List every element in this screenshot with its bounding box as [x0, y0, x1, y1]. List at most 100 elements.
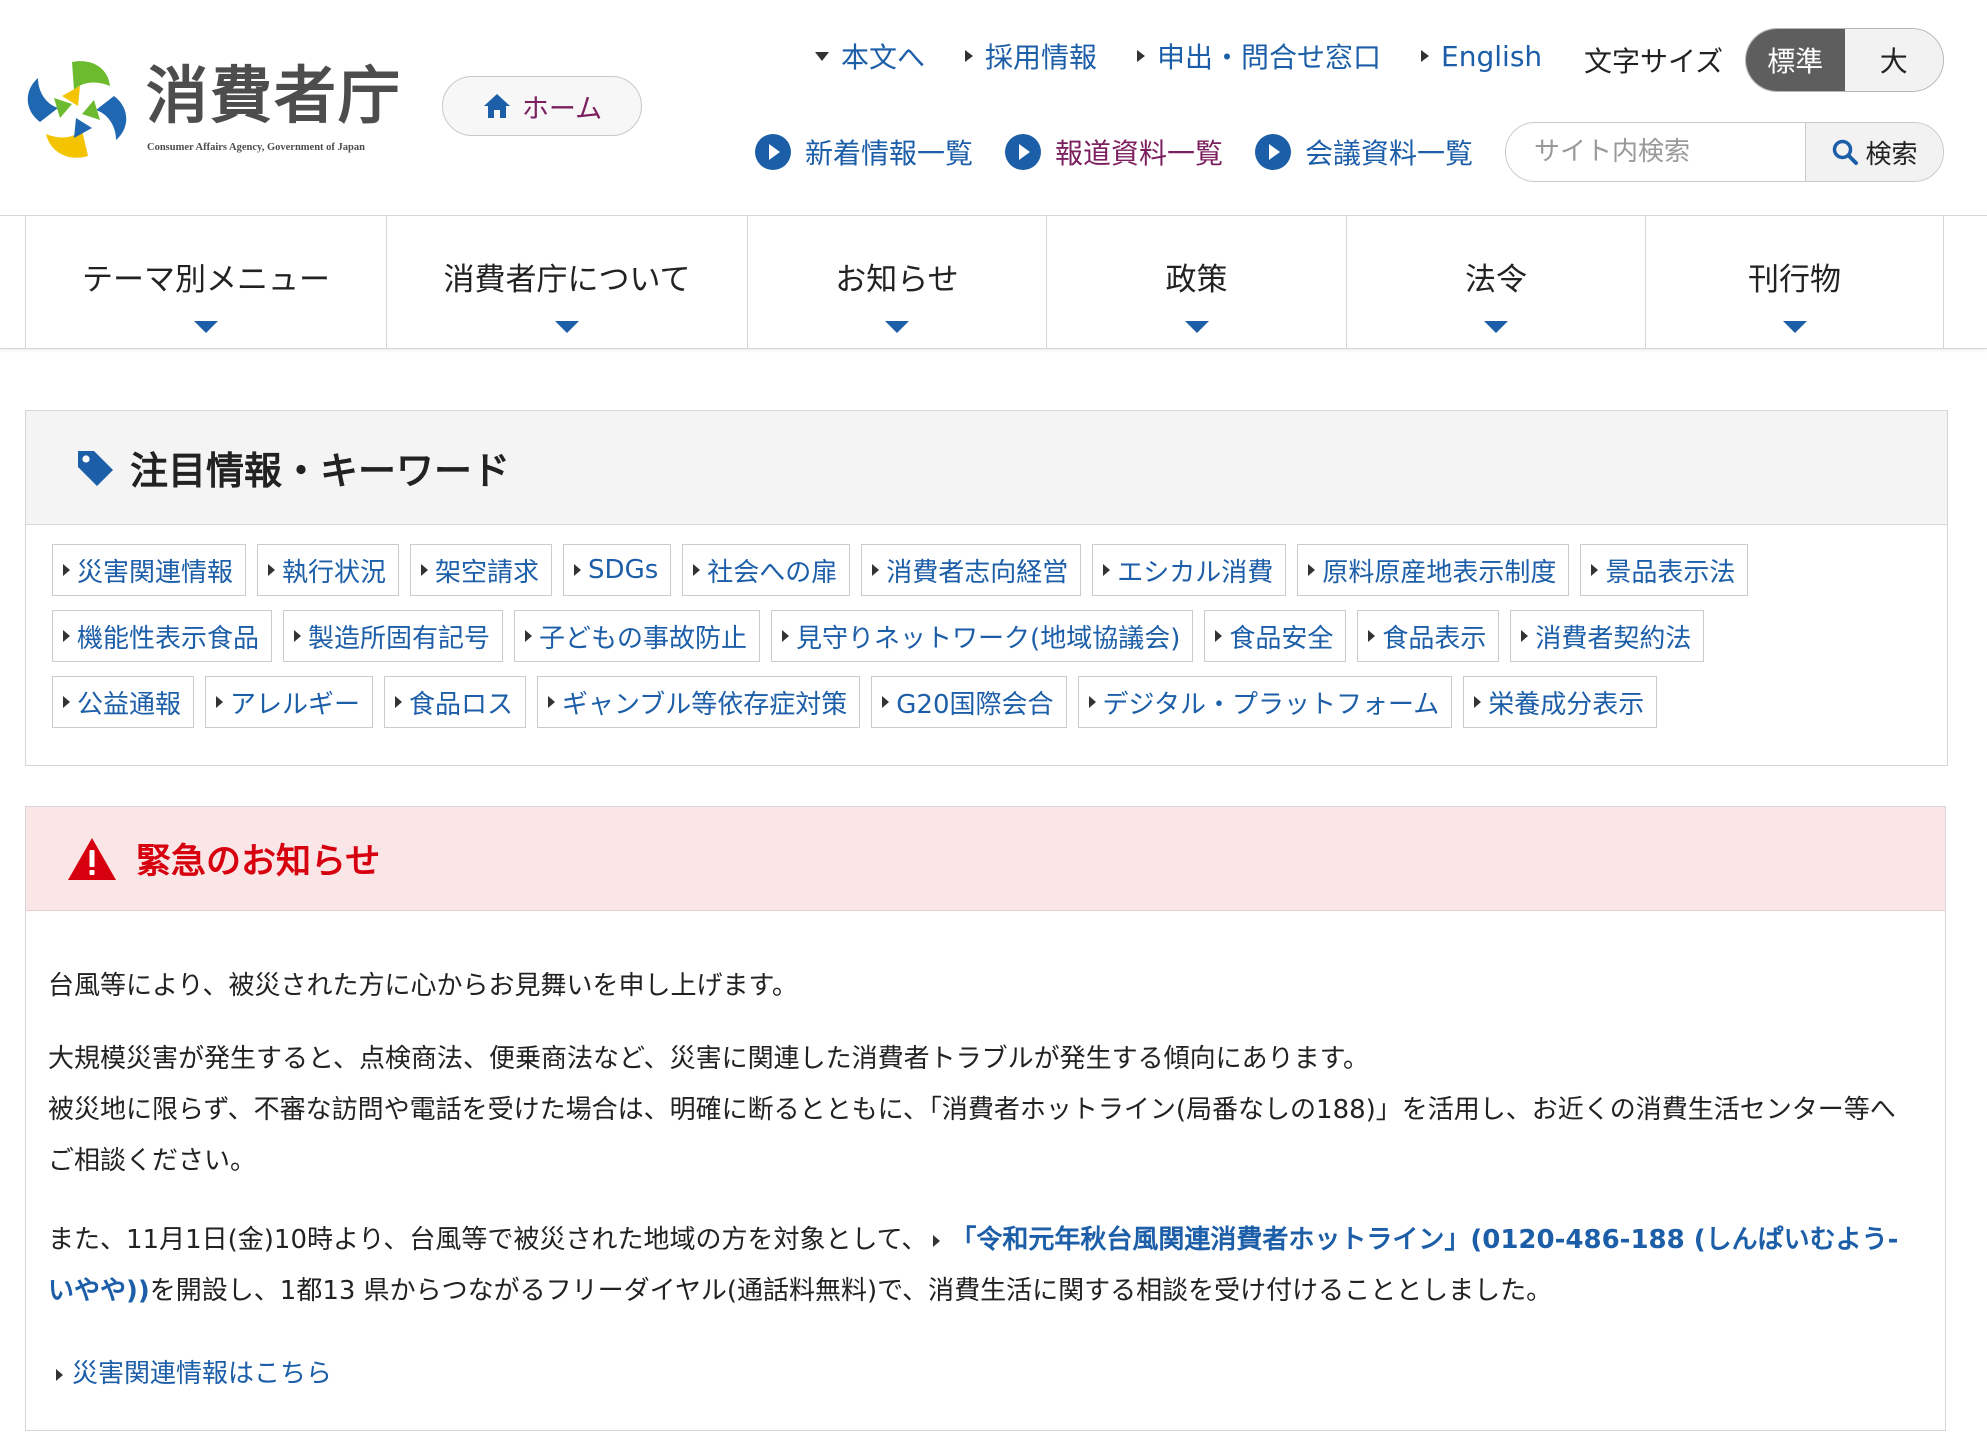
keyword-tag[interactable]: ギャンブル等依存症対策	[537, 676, 861, 728]
tag-icon	[78, 450, 113, 486]
site-search: 検索	[1505, 122, 1944, 182]
recruitment-label: 採用情報	[985, 41, 1098, 74]
keyword-row: 機能性表示食品 製造所固有記号 子どもの事故防止 見守りネットワーク(地域協議会…	[52, 610, 1947, 662]
keyword-label: 機能性表示食品	[77, 623, 260, 654]
keyword-tag[interactable]: 消費者契約法	[1510, 610, 1705, 662]
keyword-list: 災害関連情報 執行状況 架空請求 SDGs 社会への扉 消費者志向経営 エシカル…	[26, 525, 1947, 728]
nav-notices[interactable]: お知らせ	[747, 216, 1046, 348]
arrow-right-icon	[872, 564, 880, 576]
arrow-right-icon	[574, 564, 582, 576]
arrow-right-icon	[294, 630, 302, 642]
arrow-right-icon	[1474, 696, 1482, 708]
logo-mark-icon	[27, 61, 127, 158]
disaster-info-link-label: 災害関連情報はこちら	[72, 1359, 333, 1389]
font-size-standard-button[interactable]: 標準	[1746, 29, 1845, 91]
featured-keywords-title: 注目情報・キーワード	[130, 449, 511, 493]
nav-about[interactable]: 消費者庁について	[386, 216, 747, 348]
site-header: 消費者庁 Consumer Affairs Agency, Government…	[0, 0, 1987, 216]
nav-policy-label: 政策	[1165, 262, 1228, 298]
disaster-info-link[interactable]: 災害関連情報はこちら	[56, 1349, 332, 1400]
skip-to-content-link[interactable]: 本文へ	[815, 36, 925, 76]
keyword-tag[interactable]: デジタル・プラットフォーム	[1077, 676, 1453, 728]
arrow-right-icon	[421, 564, 429, 576]
search-button-label: 検索	[1865, 139, 1918, 170]
circle-arrow-icon	[1255, 134, 1292, 170]
caret-down-icon	[1782, 321, 1807, 333]
notice-text: また、11月1日(金)10時より、台風等で被災された地域の方を対象として、	[48, 1225, 928, 1255]
keyword-tag[interactable]: 架空請求	[410, 544, 553, 596]
emergency-notice-panel: 緊急のお知らせ 台風等により、被災された方に心からお見舞いを申し上げます。 大規…	[25, 806, 1946, 1431]
keyword-tag[interactable]: 見守りネットワーク(地域協議会)	[771, 610, 1194, 662]
search-icon	[1833, 139, 1859, 165]
notice-text: 被災地に限らず、不審な訪問や電話を受けた場合は、明確に断るとともに、「消費者ホッ…	[48, 1095, 1896, 1176]
arrow-right-icon	[1308, 564, 1316, 576]
notice-text: を開設し、1都13 県からつながるフリーダイヤル(通話料無料)で、消費生活に関す…	[149, 1276, 1553, 1306]
keyword-tag[interactable]: 災害関連情報	[52, 544, 247, 596]
meeting-documents-link[interactable]: 会議資料一覧	[1255, 132, 1473, 172]
arrow-right-icon	[216, 696, 224, 708]
arrow-right-icon	[1421, 50, 1430, 62]
keyword-label: 消費者志向経営	[886, 557, 1069, 588]
site-logo[interactable]: 消費者庁 Consumer Affairs Agency, Government…	[22, 54, 402, 166]
search-input[interactable]	[1506, 123, 1806, 181]
keyword-label: 栄養成分表示	[1488, 689, 1645, 720]
keyword-tag[interactable]: 執行状況	[257, 544, 400, 596]
press-release-list-link[interactable]: 報道資料一覧	[1005, 132, 1223, 172]
keyword-tag[interactable]: 社会への扉	[682, 544, 851, 596]
emergency-notice-header: 緊急のお知らせ	[26, 807, 1945, 911]
notice-paragraph: 大規模災害が発生すると、点検商法、便乗商法など、災害に関連した消費者トラブルが発…	[48, 1034, 1917, 1187]
nav-publications-label: 刊行物	[1748, 262, 1841, 298]
caret-down-icon	[1484, 321, 1508, 333]
keyword-tag[interactable]: G20国際会合	[871, 676, 1067, 728]
caret-down-icon	[815, 51, 829, 61]
arrow-right-icon	[933, 1234, 941, 1247]
keyword-tag[interactable]: SDGs	[563, 544, 672, 596]
arrow-right-icon	[548, 696, 556, 708]
keyword-row: 公益通報 アレルギー 食品ロス ギャンブル等依存症対策 G20国際会合 デジタル…	[52, 676, 1947, 728]
home-button[interactable]: ホーム	[442, 76, 642, 136]
keyword-tag[interactable]: 公益通報	[52, 676, 195, 728]
logo-text-en: Consumer Affairs Agency, Government of J…	[147, 142, 365, 153]
keyword-tag[interactable]: アレルギー	[205, 676, 374, 728]
keyword-tag[interactable]: 栄養成分表示	[1463, 676, 1658, 728]
search-button[interactable]: 検索	[1806, 123, 1943, 181]
keyword-label: 原料原産地表示制度	[1322, 557, 1557, 588]
featured-keywords-header: 注目情報・キーワード	[26, 411, 1947, 525]
keyword-tag[interactable]: 機能性表示食品	[52, 610, 273, 662]
keyword-tag[interactable]: 製造所固有記号	[283, 610, 504, 662]
nav-laws[interactable]: 法令	[1346, 216, 1645, 348]
font-size-large-button[interactable]: 大	[1844, 29, 1943, 91]
arrow-right-icon	[693, 564, 701, 576]
arrow-right-icon	[63, 696, 70, 708]
font-size-label: 文字サイズ	[1584, 45, 1724, 78]
english-link[interactable]: English	[1421, 40, 1542, 73]
news-list-link[interactable]: 新着情報一覧	[755, 132, 973, 172]
emergency-notice-body: 台風等により、被災された方に心からお見舞いを申し上げます。 大規模災害が発生する…	[26, 911, 1945, 1400]
keyword-label: 食品安全	[1229, 623, 1334, 654]
keyword-tag[interactable]: 景品表示法	[1580, 544, 1749, 596]
arrow-right-icon	[882, 696, 890, 708]
recruitment-link[interactable]: 採用情報	[965, 36, 1097, 76]
arrow-right-icon	[56, 1368, 63, 1381]
keyword-tag[interactable]: 食品安全	[1204, 610, 1347, 662]
nav-about-label: 消費者庁について	[443, 262, 691, 298]
keyword-tag[interactable]: 消費者志向経営	[861, 544, 1082, 596]
font-size-toggle: 標準 大	[1745, 28, 1944, 92]
nav-theme-menu[interactable]: テーマ別メニュー	[25, 216, 386, 348]
keyword-tag[interactable]: 子どもの事故防止	[514, 610, 761, 662]
keyword-tag[interactable]: 原料原産地表示制度	[1297, 544, 1570, 596]
contact-link[interactable]: 申出・問合せ窓口	[1137, 36, 1381, 76]
skip-to-content-label: 本文へ	[841, 41, 926, 74]
circle-arrow-icon	[1005, 134, 1042, 170]
keyword-tag[interactable]: エシカル消費	[1092, 544, 1287, 596]
keyword-label: 災害関連情報	[77, 557, 234, 588]
nav-policy[interactable]: 政策	[1046, 216, 1346, 348]
arrow-right-icon	[1088, 696, 1096, 708]
nav-publications[interactable]: 刊行物	[1645, 216, 1943, 348]
nav-notices-label: お知らせ	[835, 262, 959, 298]
keyword-row: 災害関連情報 執行状況 架空請求 SDGs 社会への扉 消費者志向経営 エシカル…	[52, 544, 1947, 596]
arrow-right-icon	[1215, 630, 1223, 642]
keyword-tag[interactable]: 食品ロス	[384, 676, 527, 728]
nav-laws-label: 法令	[1465, 262, 1527, 298]
keyword-tag[interactable]: 食品表示	[1357, 610, 1500, 662]
